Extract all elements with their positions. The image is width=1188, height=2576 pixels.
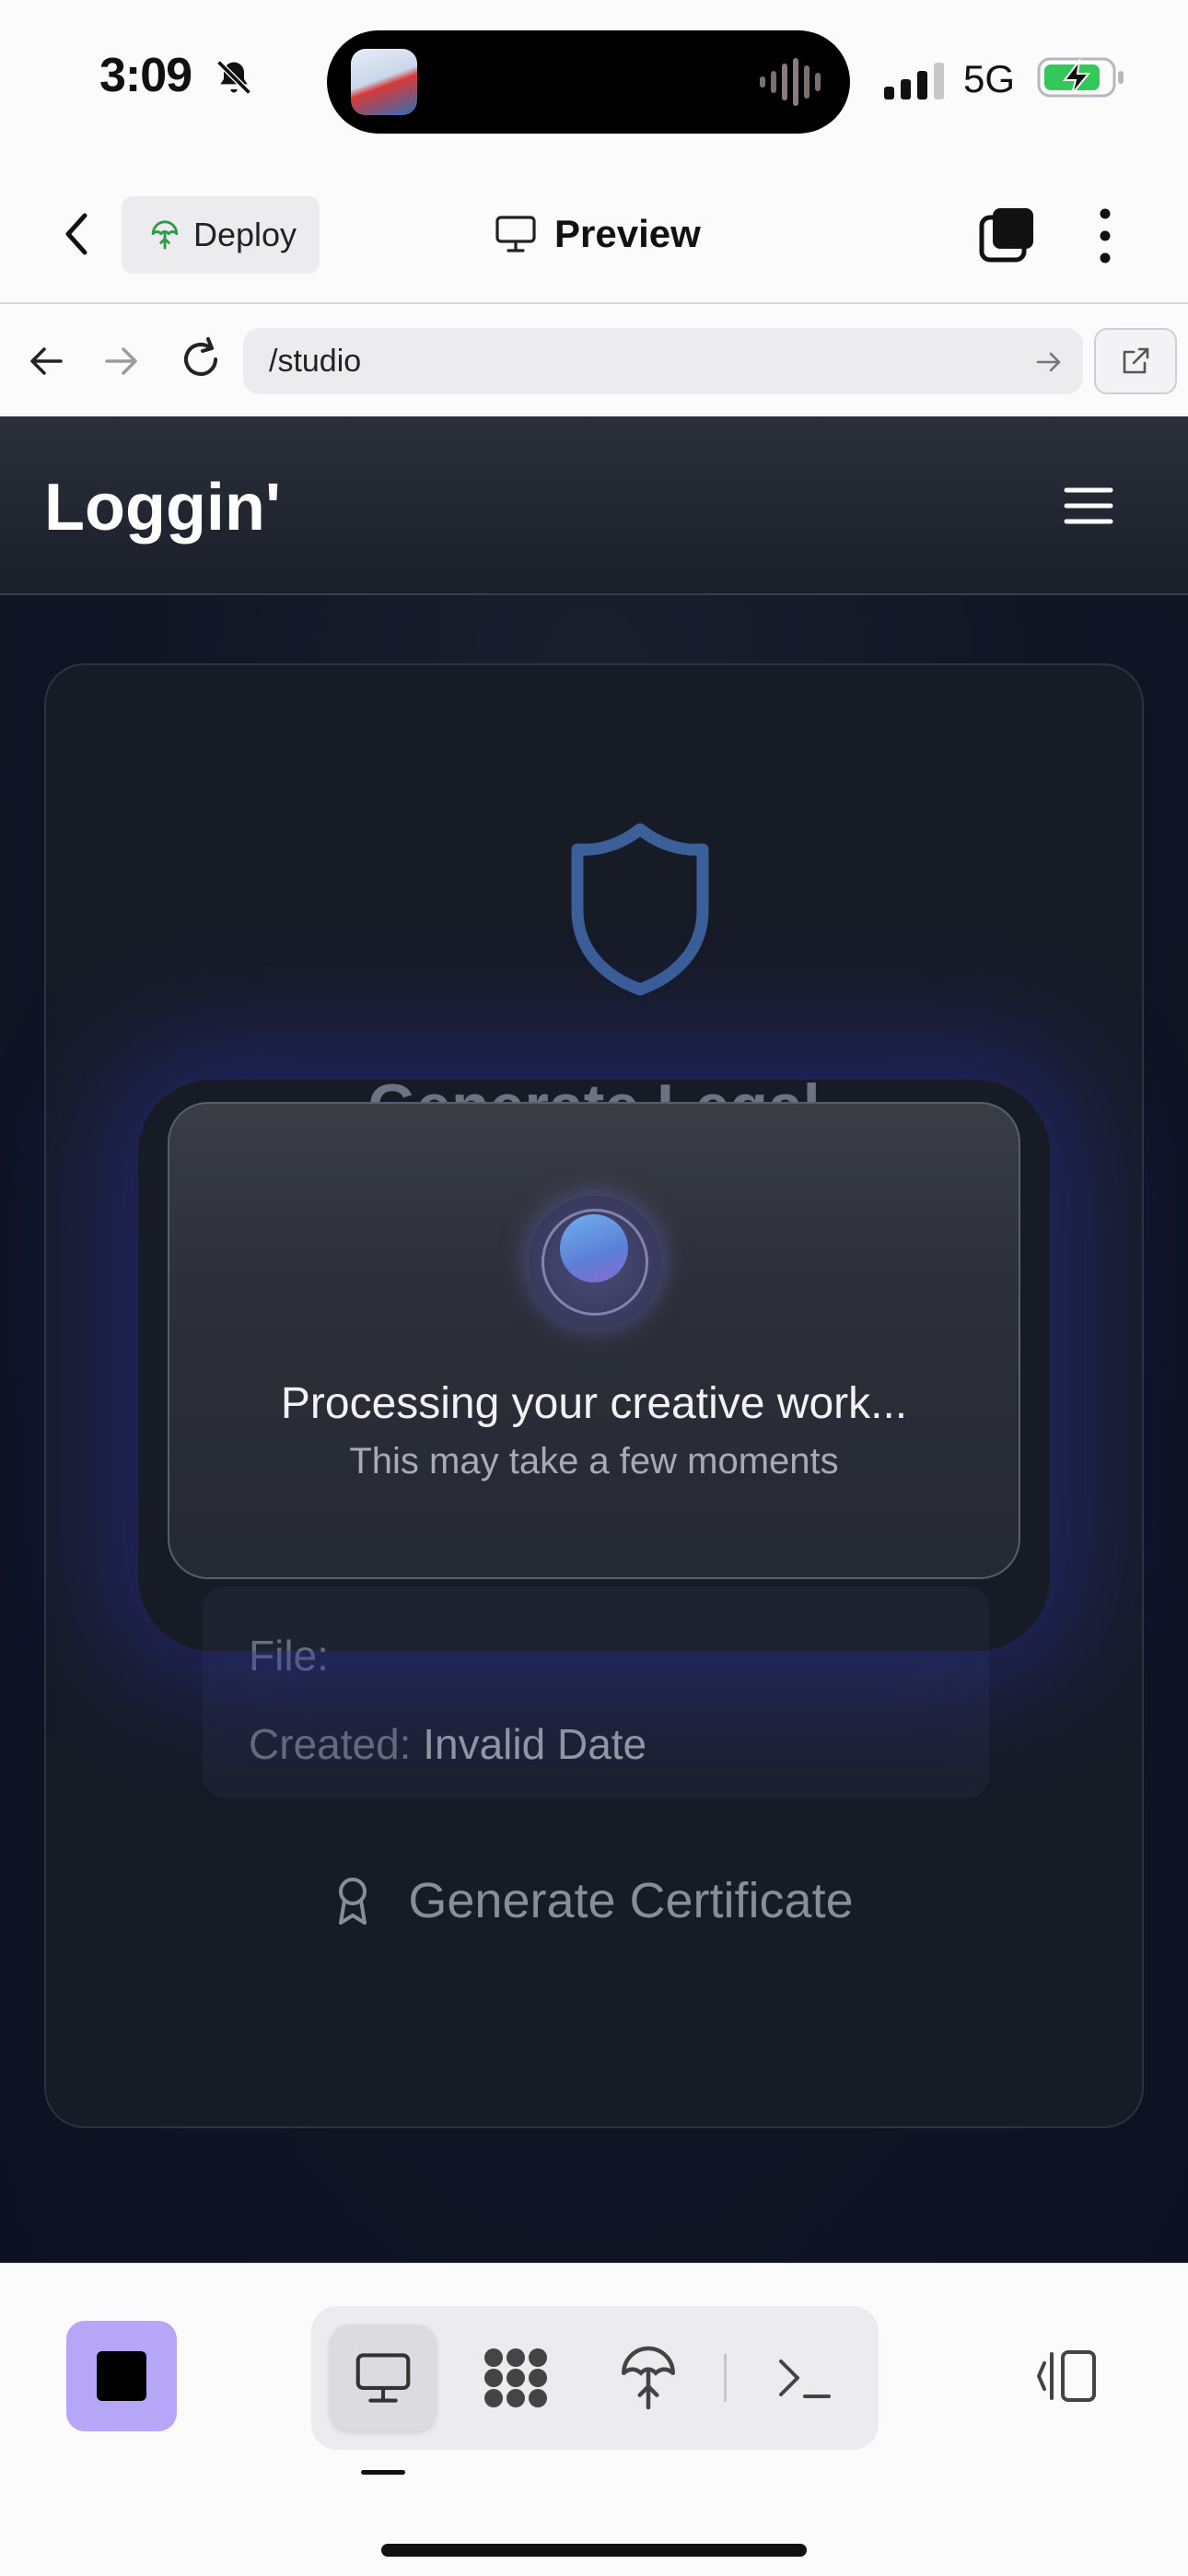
status-time: 3:09 bbox=[99, 49, 192, 102]
go-arrow-icon[interactable] bbox=[1033, 346, 1065, 378]
deploy-button[interactable]: Deploy bbox=[122, 196, 320, 274]
battery-charging-icon bbox=[1037, 57, 1124, 98]
deploy-label: Deploy bbox=[193, 216, 297, 253]
created-value: Invalid Date bbox=[423, 1720, 647, 1768]
orb-ring bbox=[542, 1209, 648, 1316]
tab-preview[interactable] bbox=[330, 2324, 437, 2431]
web-preview: Loggin' Generate Legal File: Created: In… bbox=[0, 416, 1188, 2263]
processing-modal: Processing your creative work... This ma… bbox=[168, 1102, 1020, 1579]
cellular-signal-icon bbox=[884, 63, 944, 100]
home-indicator[interactable] bbox=[381, 2544, 807, 2557]
hamburger-menu-icon[interactable] bbox=[1063, 483, 1114, 529]
stop-button[interactable] bbox=[66, 2321, 177, 2431]
monitor-icon bbox=[355, 2353, 411, 2403]
shield-icon bbox=[571, 823, 709, 996]
now-playing-app-icon[interactable] bbox=[351, 49, 417, 115]
generate-certificate-button[interactable]: Generate Certificate bbox=[46, 1872, 1142, 1929]
more-options-icon[interactable] bbox=[1087, 206, 1124, 265]
processing-subtitle: This may take a few moments bbox=[349, 1441, 839, 1481]
open-external-button[interactable] bbox=[1094, 328, 1177, 394]
loading-orb-icon bbox=[529, 1196, 661, 1329]
arrow-right-icon[interactable] bbox=[99, 339, 144, 383]
chevron-left-icon[interactable] bbox=[57, 208, 98, 260]
audio-waveform-icon bbox=[760, 58, 821, 106]
external-link-icon bbox=[1123, 347, 1149, 374]
created-row: Created: Invalid Date bbox=[249, 1719, 646, 1769]
split-view-icon[interactable] bbox=[1033, 2347, 1100, 2406]
active-tab-indicator bbox=[361, 2470, 405, 2475]
network-type: 5G bbox=[963, 57, 1016, 100]
tab-console[interactable] bbox=[751, 2324, 858, 2431]
processing-title: Processing your creative work... bbox=[280, 1379, 908, 1428]
bell-off-icon bbox=[216, 60, 251, 95]
created-label: Created: bbox=[249, 1720, 412, 1768]
deploy-icon bbox=[151, 220, 179, 250]
browser-url-row: /studio bbox=[0, 306, 1188, 416]
monitor-icon bbox=[495, 216, 536, 252]
segment-divider bbox=[724, 2354, 727, 2402]
reload-icon[interactable] bbox=[175, 334, 227, 385]
generate-certificate-label: Generate Certificate bbox=[408, 1873, 854, 1928]
bottom-dock bbox=[0, 2263, 1188, 2576]
workflows-icon bbox=[484, 2348, 547, 2407]
terminal-icon bbox=[779, 2359, 831, 2398]
stop-icon bbox=[97, 2351, 146, 2401]
dynamic-island[interactable] bbox=[327, 30, 850, 134]
url-input[interactable]: /studio bbox=[243, 328, 1083, 394]
tab-workflows[interactable] bbox=[462, 2324, 569, 2431]
arrow-left-icon[interactable] bbox=[24, 339, 68, 383]
url-text: /studio bbox=[269, 343, 362, 379]
preview-title: Preview bbox=[494, 208, 701, 260]
tabs-switcher-icon[interactable] bbox=[978, 206, 1037, 265]
site-brand[interactable]: Loggin' bbox=[44, 470, 281, 545]
tab-deploy[interactable] bbox=[595, 2324, 702, 2431]
view-switcher bbox=[311, 2306, 879, 2450]
deploy-icon bbox=[622, 2346, 675, 2410]
site-header: Loggin' bbox=[0, 416, 1188, 595]
app-toolbar: Deploy Preview bbox=[0, 166, 1188, 304]
status-bar: 3:09 5G bbox=[0, 0, 1188, 166]
preview-label: Preview bbox=[554, 212, 701, 255]
award-icon bbox=[339, 1878, 367, 1925]
